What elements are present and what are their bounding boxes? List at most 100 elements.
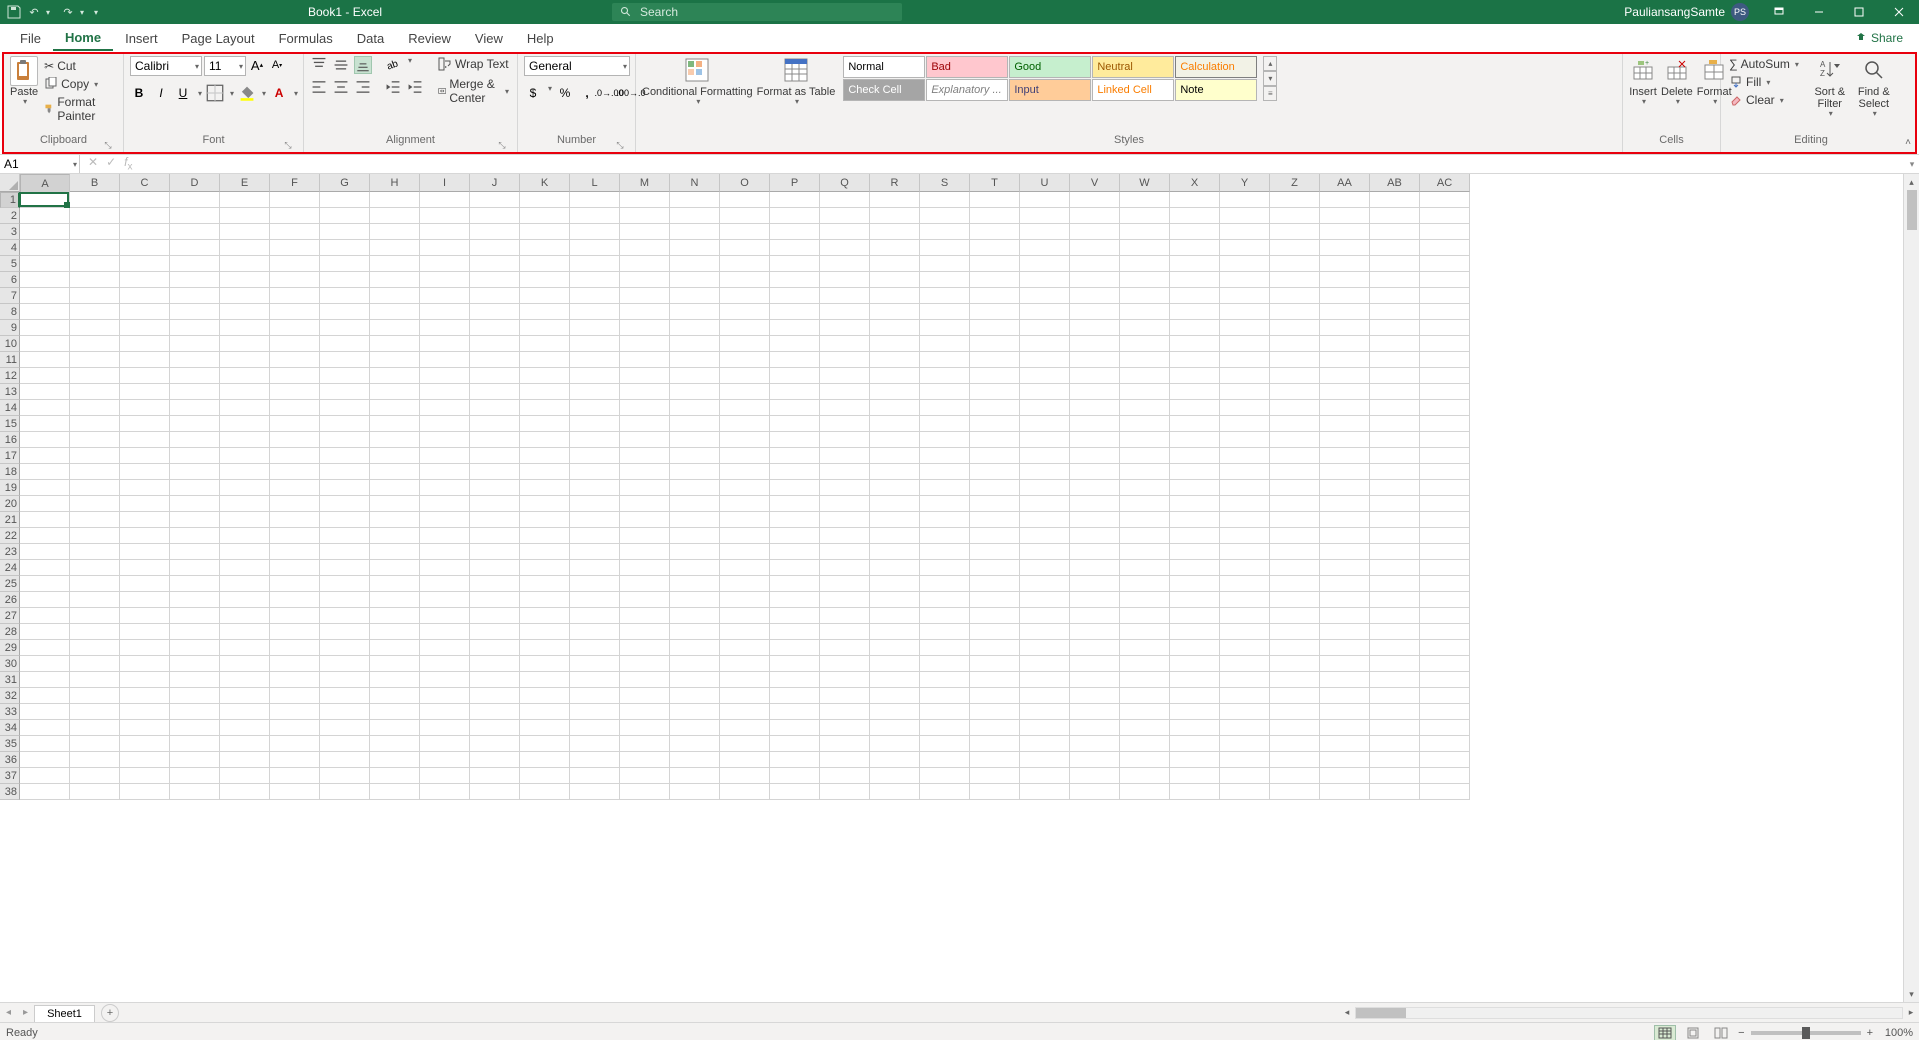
cell[interactable] [270,736,320,752]
fill-color-dropdown[interactable]: ▾ [260,89,266,98]
cell[interactable] [170,576,220,592]
conditional-formatting-button[interactable]: Conditional Formatting▾ [642,56,753,107]
autosum-dropdown[interactable]: ▾ [1793,60,1799,69]
cell[interactable] [220,208,270,224]
sheet-nav-prev[interactable]: ◂ [0,1007,17,1018]
cell[interactable] [1370,784,1420,800]
cell[interactable] [470,624,520,640]
cell[interactable] [1220,752,1270,768]
cell[interactable] [1420,544,1470,560]
cell[interactable] [1320,672,1370,688]
cell[interactable] [370,368,420,384]
cell[interactable] [1420,400,1470,416]
cell[interactable] [1220,384,1270,400]
cell[interactable] [1270,624,1320,640]
cell[interactable] [320,576,370,592]
cell[interactable] [1070,496,1120,512]
row-header[interactable]: 22 [0,528,20,544]
cell[interactable] [370,608,420,624]
cell[interactable] [1270,464,1320,480]
cell[interactable] [1170,480,1220,496]
cell[interactable] [870,384,920,400]
cell[interactable] [720,720,770,736]
cell[interactable] [1220,224,1270,240]
cell[interactable] [220,528,270,544]
cell[interactable] [1020,240,1070,256]
cell[interactable] [270,512,320,528]
cell[interactable] [870,528,920,544]
cell[interactable] [1220,432,1270,448]
cell[interactable] [470,560,520,576]
new-sheet-button[interactable]: + [101,1004,119,1022]
cell[interactable] [1270,656,1320,672]
cell[interactable] [70,416,120,432]
cell[interactable] [1220,720,1270,736]
cell[interactable] [570,528,620,544]
cell[interactable] [170,240,220,256]
cell[interactable] [1370,720,1420,736]
row-header[interactable]: 10 [0,336,20,352]
cell[interactable] [620,256,670,272]
row-header[interactable]: 21 [0,512,20,528]
cell[interactable] [1370,480,1420,496]
cell[interactable] [320,720,370,736]
cell[interactable] [570,448,620,464]
cell[interactable] [920,768,970,784]
cell[interactable] [520,512,570,528]
cell[interactable] [270,592,320,608]
cell[interactable] [170,496,220,512]
cell[interactable] [620,224,670,240]
column-header[interactable]: Q [820,174,870,192]
cell[interactable] [1370,320,1420,336]
column-header[interactable]: Y [1220,174,1270,192]
cell[interactable] [1370,352,1420,368]
cell[interactable] [20,240,70,256]
cell[interactable] [870,656,920,672]
cell[interactable] [1020,528,1070,544]
cell[interactable] [670,704,720,720]
cell[interactable] [770,208,820,224]
cell[interactable] [220,752,270,768]
cell[interactable] [1070,704,1120,720]
cell[interactable] [470,640,520,656]
cell[interactable] [320,528,370,544]
cell[interactable] [120,368,170,384]
cell[interactable] [420,432,470,448]
cell[interactable] [620,768,670,784]
cell[interactable] [1070,672,1120,688]
cell[interactable] [1320,256,1370,272]
share-button[interactable]: Share [1855,31,1911,45]
cell[interactable] [420,528,470,544]
cell[interactable] [270,384,320,400]
cell[interactable] [520,528,570,544]
cell[interactable] [720,384,770,400]
cell[interactable] [1270,512,1320,528]
cell[interactable] [320,640,370,656]
cell[interactable] [120,688,170,704]
cell[interactable] [770,512,820,528]
cell[interactable] [520,576,570,592]
cell[interactable] [320,768,370,784]
cell[interactable] [270,624,320,640]
cell[interactable] [670,368,720,384]
cell[interactable] [320,320,370,336]
cell[interactable] [1220,608,1270,624]
column-header[interactable]: V [1070,174,1120,192]
cell[interactable] [1420,384,1470,400]
cell[interactable] [720,624,770,640]
cell[interactable] [70,320,120,336]
tab-view[interactable]: View [463,27,515,50]
cell[interactable] [1020,608,1070,624]
column-header[interactable]: N [670,174,720,192]
cell[interactable] [1420,608,1470,624]
cell[interactable] [770,608,820,624]
cell[interactable] [420,336,470,352]
cell[interactable] [520,656,570,672]
cell[interactable] [170,624,220,640]
cell[interactable] [1270,336,1320,352]
cell[interactable] [570,496,620,512]
cell[interactable] [570,656,620,672]
cell[interactable] [220,720,270,736]
cell[interactable] [1420,448,1470,464]
cell[interactable] [120,640,170,656]
